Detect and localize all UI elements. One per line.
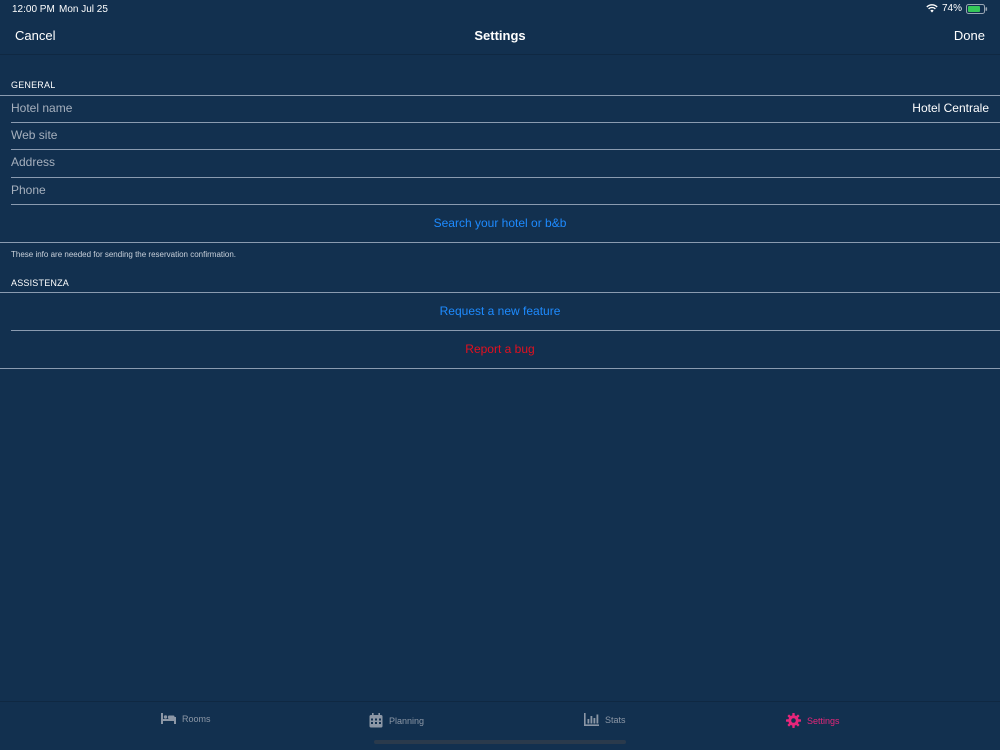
tab-planning-label: Planning: [389, 715, 425, 726]
done-button[interactable]: Done: [954, 28, 985, 43]
address-label: Address: [11, 155, 56, 169]
gear-icon: [786, 713, 801, 728]
navigation-bar: Cancel Settings Done: [0, 20, 1000, 55]
tab-rooms[interactable]: Rooms: [161, 713, 211, 724]
divider: [0, 292, 1000, 293]
tab-settings[interactable]: Settings: [786, 713, 840, 728]
divider: [11, 204, 1000, 205]
wifi-icon: [926, 4, 938, 13]
status-time: 12:00 PM: [12, 4, 55, 15]
report-bug-button[interactable]: Report a bug: [0, 342, 1000, 356]
divider: [0, 368, 1000, 369]
section-header-general: GENERAL: [11, 80, 56, 90]
search-hotel-button[interactable]: Search your hotel or b&b: [0, 216, 1000, 230]
hotel-name-field[interactable]: Hotel name Hotel Centrale: [0, 95, 1000, 122]
tab-planning[interactable]: Planning: [369, 713, 424, 728]
phone-field[interactable]: Phone: [0, 177, 1000, 204]
settings-screen: 12:00 PM Mon Jul 25 74% Cancel Settings …: [0, 0, 1000, 750]
address-field[interactable]: Address: [0, 149, 1000, 176]
status-indicators: 74%: [926, 3, 988, 14]
section-footnote: These info are needed for sending the re…: [11, 250, 237, 259]
status-bar: 12:00 PM Mon Jul 25 74%: [0, 0, 1000, 20]
status-date: Mon Jul 25: [59, 4, 108, 15]
hotel-name-label: Hotel name: [11, 101, 73, 115]
divider: [0, 242, 1000, 243]
divider: [11, 330, 1000, 331]
request-feature-button[interactable]: Request a new feature: [0, 304, 1000, 318]
web-site-field[interactable]: Web site: [0, 122, 1000, 149]
phone-label: Phone: [11, 183, 46, 197]
tab-stats[interactable]: Stats: [584, 713, 626, 726]
calendar-icon: [369, 713, 383, 728]
hotel-name-value[interactable]: Hotel Centrale: [912, 101, 989, 115]
tab-rooms-label: Rooms: [182, 713, 211, 724]
battery-icon: [966, 3, 988, 14]
section-header-assistenza: ASSISTENZA: [11, 278, 70, 288]
tab-settings-label: Settings: [807, 715, 840, 726]
bed-icon: [161, 713, 176, 724]
tab-stats-label: Stats: [605, 714, 626, 725]
battery-percent: 74%: [941, 3, 962, 14]
web-site-label: Web site: [11, 128, 58, 142]
bar-chart-icon: [584, 713, 599, 726]
home-indicator: [374, 740, 626, 744]
page-title: Settings: [474, 28, 526, 43]
